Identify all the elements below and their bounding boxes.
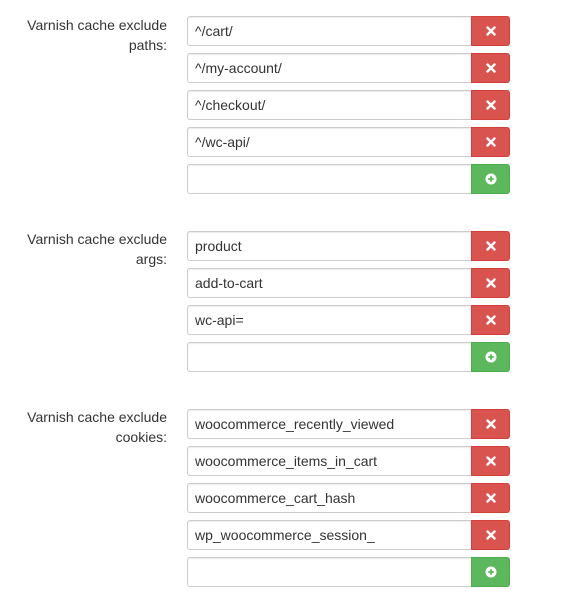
- new-path-row: [187, 164, 510, 194]
- close-icon: [485, 100, 496, 110]
- close-icon: [485, 63, 496, 73]
- path-entry-input[interactable]: [187, 127, 471, 157]
- add-arg-button[interactable]: [471, 342, 510, 372]
- cookie-entry-input[interactable]: [187, 483, 471, 513]
- plus-circle-icon: [485, 351, 496, 363]
- close-icon: [485, 278, 496, 288]
- path-entry-row: [187, 127, 510, 157]
- new-cookie-input[interactable]: [187, 557, 471, 587]
- remove-cookie-button[interactable]: [471, 409, 510, 439]
- remove-path-button[interactable]: [471, 90, 510, 120]
- remove-arg-button[interactable]: [471, 305, 510, 335]
- close-icon: [485, 26, 496, 36]
- path-entry-input[interactable]: [187, 53, 471, 83]
- cookie-entry-row: [187, 446, 510, 476]
- arg-entry-input[interactable]: [187, 268, 471, 298]
- close-icon: [485, 530, 496, 540]
- plus-circle-icon: [485, 566, 496, 578]
- remove-cookie-button[interactable]: [471, 520, 510, 550]
- new-arg-input[interactable]: [187, 342, 471, 372]
- exclude-paths-label: Varnish cache exclude paths:: [10, 15, 167, 55]
- plus-circle-icon: [485, 173, 496, 185]
- exclude-cookies-label: Varnish cache exclude cookies:: [10, 407, 167, 447]
- close-icon: [485, 493, 496, 503]
- new-cookie-row: [187, 557, 510, 587]
- close-icon: [485, 456, 496, 466]
- label-line-1: Varnish cache exclude: [27, 17, 167, 33]
- path-entry-input[interactable]: [187, 16, 471, 46]
- remove-cookie-button[interactable]: [471, 483, 510, 513]
- close-icon: [485, 419, 496, 429]
- label-line-1: Varnish cache exclude: [27, 409, 167, 425]
- cookie-entry-input[interactable]: [187, 409, 471, 439]
- close-icon: [485, 241, 496, 251]
- cookie-entry-input[interactable]: [187, 520, 471, 550]
- add-path-button[interactable]: [471, 164, 510, 194]
- arg-entry-row: [187, 231, 510, 261]
- path-entry-row: [187, 53, 510, 83]
- new-arg-row: [187, 342, 510, 372]
- label-line-1: Varnish cache exclude: [27, 231, 167, 247]
- close-icon: [485, 137, 496, 147]
- exclude-args-label: Varnish cache exclude args:: [10, 229, 167, 269]
- remove-cookie-button[interactable]: [471, 446, 510, 476]
- cookie-entry-row: [187, 483, 510, 513]
- arg-entry-input[interactable]: [187, 231, 471, 261]
- remove-arg-button[interactable]: [471, 231, 510, 261]
- cookie-entry-row: [187, 409, 510, 439]
- cookie-entry-row: [187, 520, 510, 550]
- path-entry-row: [187, 16, 510, 46]
- label-line-2: args:: [135, 251, 167, 267]
- add-cookie-button[interactable]: [471, 557, 510, 587]
- close-icon: [485, 315, 496, 325]
- cookie-entry-input[interactable]: [187, 446, 471, 476]
- new-path-input[interactable]: [187, 164, 471, 194]
- remove-path-button[interactable]: [471, 53, 510, 83]
- label-line-2: paths:: [128, 37, 167, 53]
- remove-path-button[interactable]: [471, 16, 510, 46]
- arg-entry-row: [187, 305, 510, 335]
- arg-entry-row: [187, 268, 510, 298]
- remove-path-button[interactable]: [471, 127, 510, 157]
- arg-entry-input[interactable]: [187, 305, 471, 335]
- remove-arg-button[interactable]: [471, 268, 510, 298]
- exclude-paths-section: Varnish cache exclude paths:: [0, 0, 578, 200]
- label-line-2: cookies:: [115, 429, 167, 445]
- path-entry-input[interactable]: [187, 90, 471, 120]
- path-entry-row: [187, 90, 510, 120]
